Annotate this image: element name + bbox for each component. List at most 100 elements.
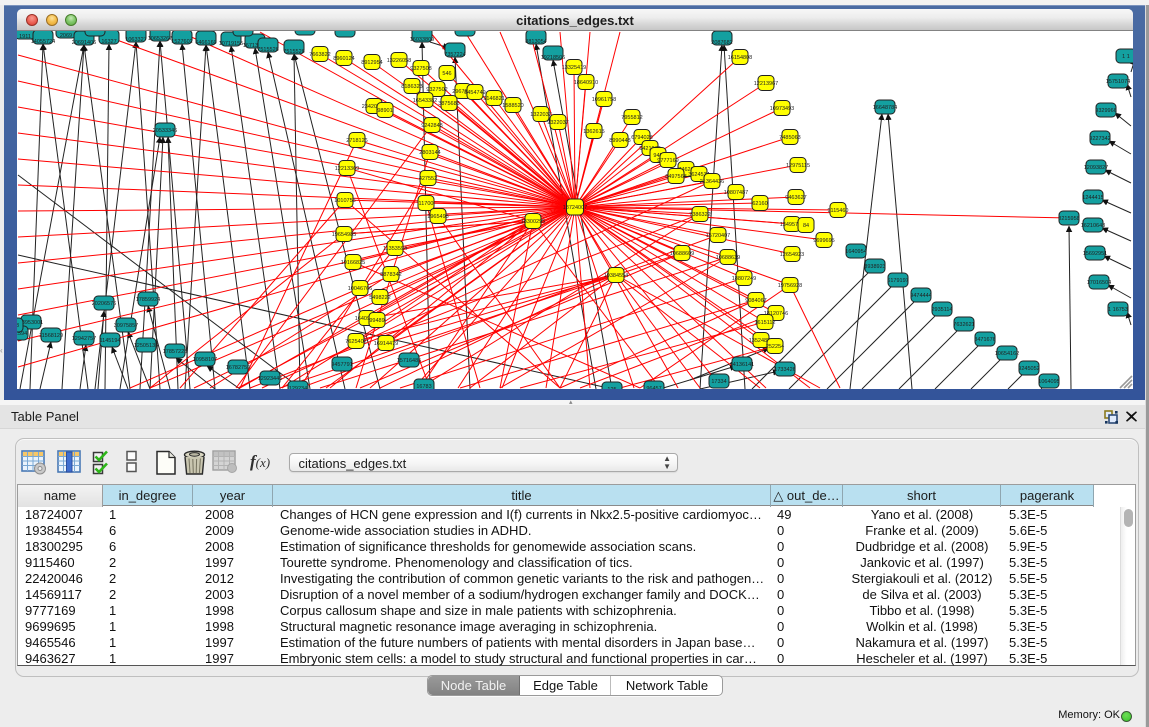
svg-text:1063327: 1063327 xyxy=(125,37,146,43)
svg-text:9115460: 9115460 xyxy=(827,208,848,214)
svg-text:9084067: 9084067 xyxy=(745,298,766,304)
svg-text:10688609: 10688609 xyxy=(670,251,694,257)
svg-text:13226058: 13226058 xyxy=(387,58,411,64)
svg-text:15720407: 15720407 xyxy=(706,233,730,239)
svg-text:9242848: 9242848 xyxy=(421,123,442,129)
svg-text:17016504: 17016504 xyxy=(1087,280,1111,286)
svg-text:12505135: 12505135 xyxy=(134,343,158,349)
svg-text:15716485: 15716485 xyxy=(397,358,421,364)
svg-text:96457: 96457 xyxy=(646,386,661,389)
svg-text:10807487: 10807487 xyxy=(724,190,748,196)
svg-text:8215958: 8215958 xyxy=(1058,216,1079,222)
svg-text:11568129: 11568129 xyxy=(39,333,63,339)
svg-text:16648784: 16648784 xyxy=(873,105,897,111)
svg-text:9146821: 9146821 xyxy=(483,96,504,102)
svg-text:8186323: 8186323 xyxy=(401,84,422,90)
svg-text:427552: 427552 xyxy=(419,176,437,182)
svg-text:17857223: 17857223 xyxy=(163,349,187,355)
svg-text:8912954: 8912954 xyxy=(361,60,382,66)
svg-text:21364436: 21364436 xyxy=(700,179,724,185)
svg-text:20206576: 20206576 xyxy=(92,301,116,307)
svg-text:98901: 98901 xyxy=(377,108,392,114)
svg-text:8813054: 8813054 xyxy=(525,39,546,45)
svg-text:1588520: 1588520 xyxy=(502,103,523,109)
svg-text:16154808: 16154808 xyxy=(728,55,752,61)
svg-text:9457791: 9457791 xyxy=(331,362,352,368)
svg-text:1145194: 1145194 xyxy=(99,338,120,344)
svg-text:12213369: 12213369 xyxy=(335,166,359,172)
svg-text:1911: 1911 xyxy=(19,34,31,40)
svg-text:7515526: 7515526 xyxy=(257,47,278,53)
svg-text:9777169: 9777169 xyxy=(657,158,678,164)
svg-text:12093827: 12093827 xyxy=(1084,165,1108,171)
svg-text:18724007: 18724007 xyxy=(563,205,587,211)
svg-text:12213967: 12213967 xyxy=(754,81,778,87)
svg-text:11353594: 11353594 xyxy=(383,246,407,252)
svg-text:3875685: 3875685 xyxy=(438,101,459,107)
svg-text:10046766: 10046766 xyxy=(348,286,372,292)
svg-text:10973493: 10973493 xyxy=(770,106,794,112)
svg-text:8471676: 8471676 xyxy=(974,337,995,343)
svg-text:14136141: 14136141 xyxy=(730,362,754,368)
svg-text:15692951: 15692951 xyxy=(1083,251,1107,257)
svg-text:84: 84 xyxy=(803,223,809,229)
svg-text:9322037: 9322037 xyxy=(547,120,568,126)
svg-text:9329966: 9329966 xyxy=(1095,108,1116,114)
svg-text:7515526: 7515526 xyxy=(283,49,304,55)
svg-text:20533346: 20533346 xyxy=(153,128,177,134)
svg-text:10961758: 10961758 xyxy=(592,97,616,103)
svg-text:5498222: 5498222 xyxy=(369,295,390,301)
svg-text:1362615: 1362615 xyxy=(583,129,604,135)
svg-text:125: 125 xyxy=(607,387,616,389)
svg-text:8878342: 8878342 xyxy=(380,272,401,278)
svg-text:7386322: 7386322 xyxy=(689,212,710,218)
svg-text:8960124: 8960124 xyxy=(333,56,354,62)
svg-text:8990448: 8990448 xyxy=(609,138,630,144)
svg-text:6497568: 6497568 xyxy=(665,174,686,180)
svg-text:546: 546 xyxy=(442,71,451,77)
svg-text:2069: 2069 xyxy=(60,33,72,39)
svg-text:1064095: 1064095 xyxy=(1038,379,1059,385)
svg-text:16033809: 16033809 xyxy=(410,37,434,43)
svg-text:10958107: 10958107 xyxy=(193,357,217,363)
svg-text:2087682: 2087682 xyxy=(711,40,732,46)
svg-text:19218506: 19218506 xyxy=(541,55,565,61)
svg-text:129234: 129234 xyxy=(289,386,307,389)
svg-text:99489: 99489 xyxy=(369,318,384,324)
svg-text:2803144: 2803144 xyxy=(419,150,440,156)
svg-text:6179197: 6179197 xyxy=(887,278,908,284)
svg-text:7663822: 7663822 xyxy=(309,52,330,58)
svg-text:19384554: 19384554 xyxy=(604,273,628,279)
svg-text:12942757: 12942757 xyxy=(72,336,96,342)
svg-text:1322037: 1322037 xyxy=(530,112,551,118)
svg-text:6466160: 6466160 xyxy=(195,40,216,46)
svg-text:1733426: 1733426 xyxy=(774,367,795,373)
svg-text:10719155: 10719155 xyxy=(219,41,243,47)
svg-text:18807249: 18807249 xyxy=(732,276,756,282)
svg-text:1 16753: 1 16753 xyxy=(1108,307,1128,313)
svg-text:14055724: 14055724 xyxy=(31,39,55,45)
svg-text:1 1: 1 1 xyxy=(1122,54,1130,60)
svg-text:1640954: 1640954 xyxy=(845,249,866,255)
svg-text:19654985: 19654985 xyxy=(332,232,356,238)
svg-text:9227342: 9227342 xyxy=(1089,136,1110,142)
svg-text:252254: 252254 xyxy=(766,344,784,350)
svg-text:19756928: 19756928 xyxy=(778,283,802,289)
svg-text:9245052: 9245052 xyxy=(1018,366,1039,372)
svg-text:1965498: 1965498 xyxy=(427,214,448,220)
svg-text:15751074: 15751074 xyxy=(1106,79,1130,85)
svg-text:8938923: 8938923 xyxy=(864,264,885,270)
svg-text:18640910: 18640910 xyxy=(574,80,598,86)
svg-text:10653267: 10653267 xyxy=(148,36,172,42)
svg-text:17859924: 17859924 xyxy=(136,297,160,303)
svg-text:1527602: 1527602 xyxy=(171,39,192,45)
svg-text:2718126: 2718126 xyxy=(346,138,367,144)
svg-text:16210643: 16210643 xyxy=(1081,223,1105,229)
svg-text:7357224: 7357224 xyxy=(444,52,465,58)
svg-text:20691406: 20691406 xyxy=(72,40,96,46)
svg-text:7632621: 7632621 xyxy=(953,322,974,328)
svg-text:17334: 17334 xyxy=(711,379,726,385)
svg-text:16543382: 16543382 xyxy=(413,98,437,104)
svg-text:62160: 62160 xyxy=(752,201,767,207)
svg-text:19166825: 19166825 xyxy=(341,260,365,266)
